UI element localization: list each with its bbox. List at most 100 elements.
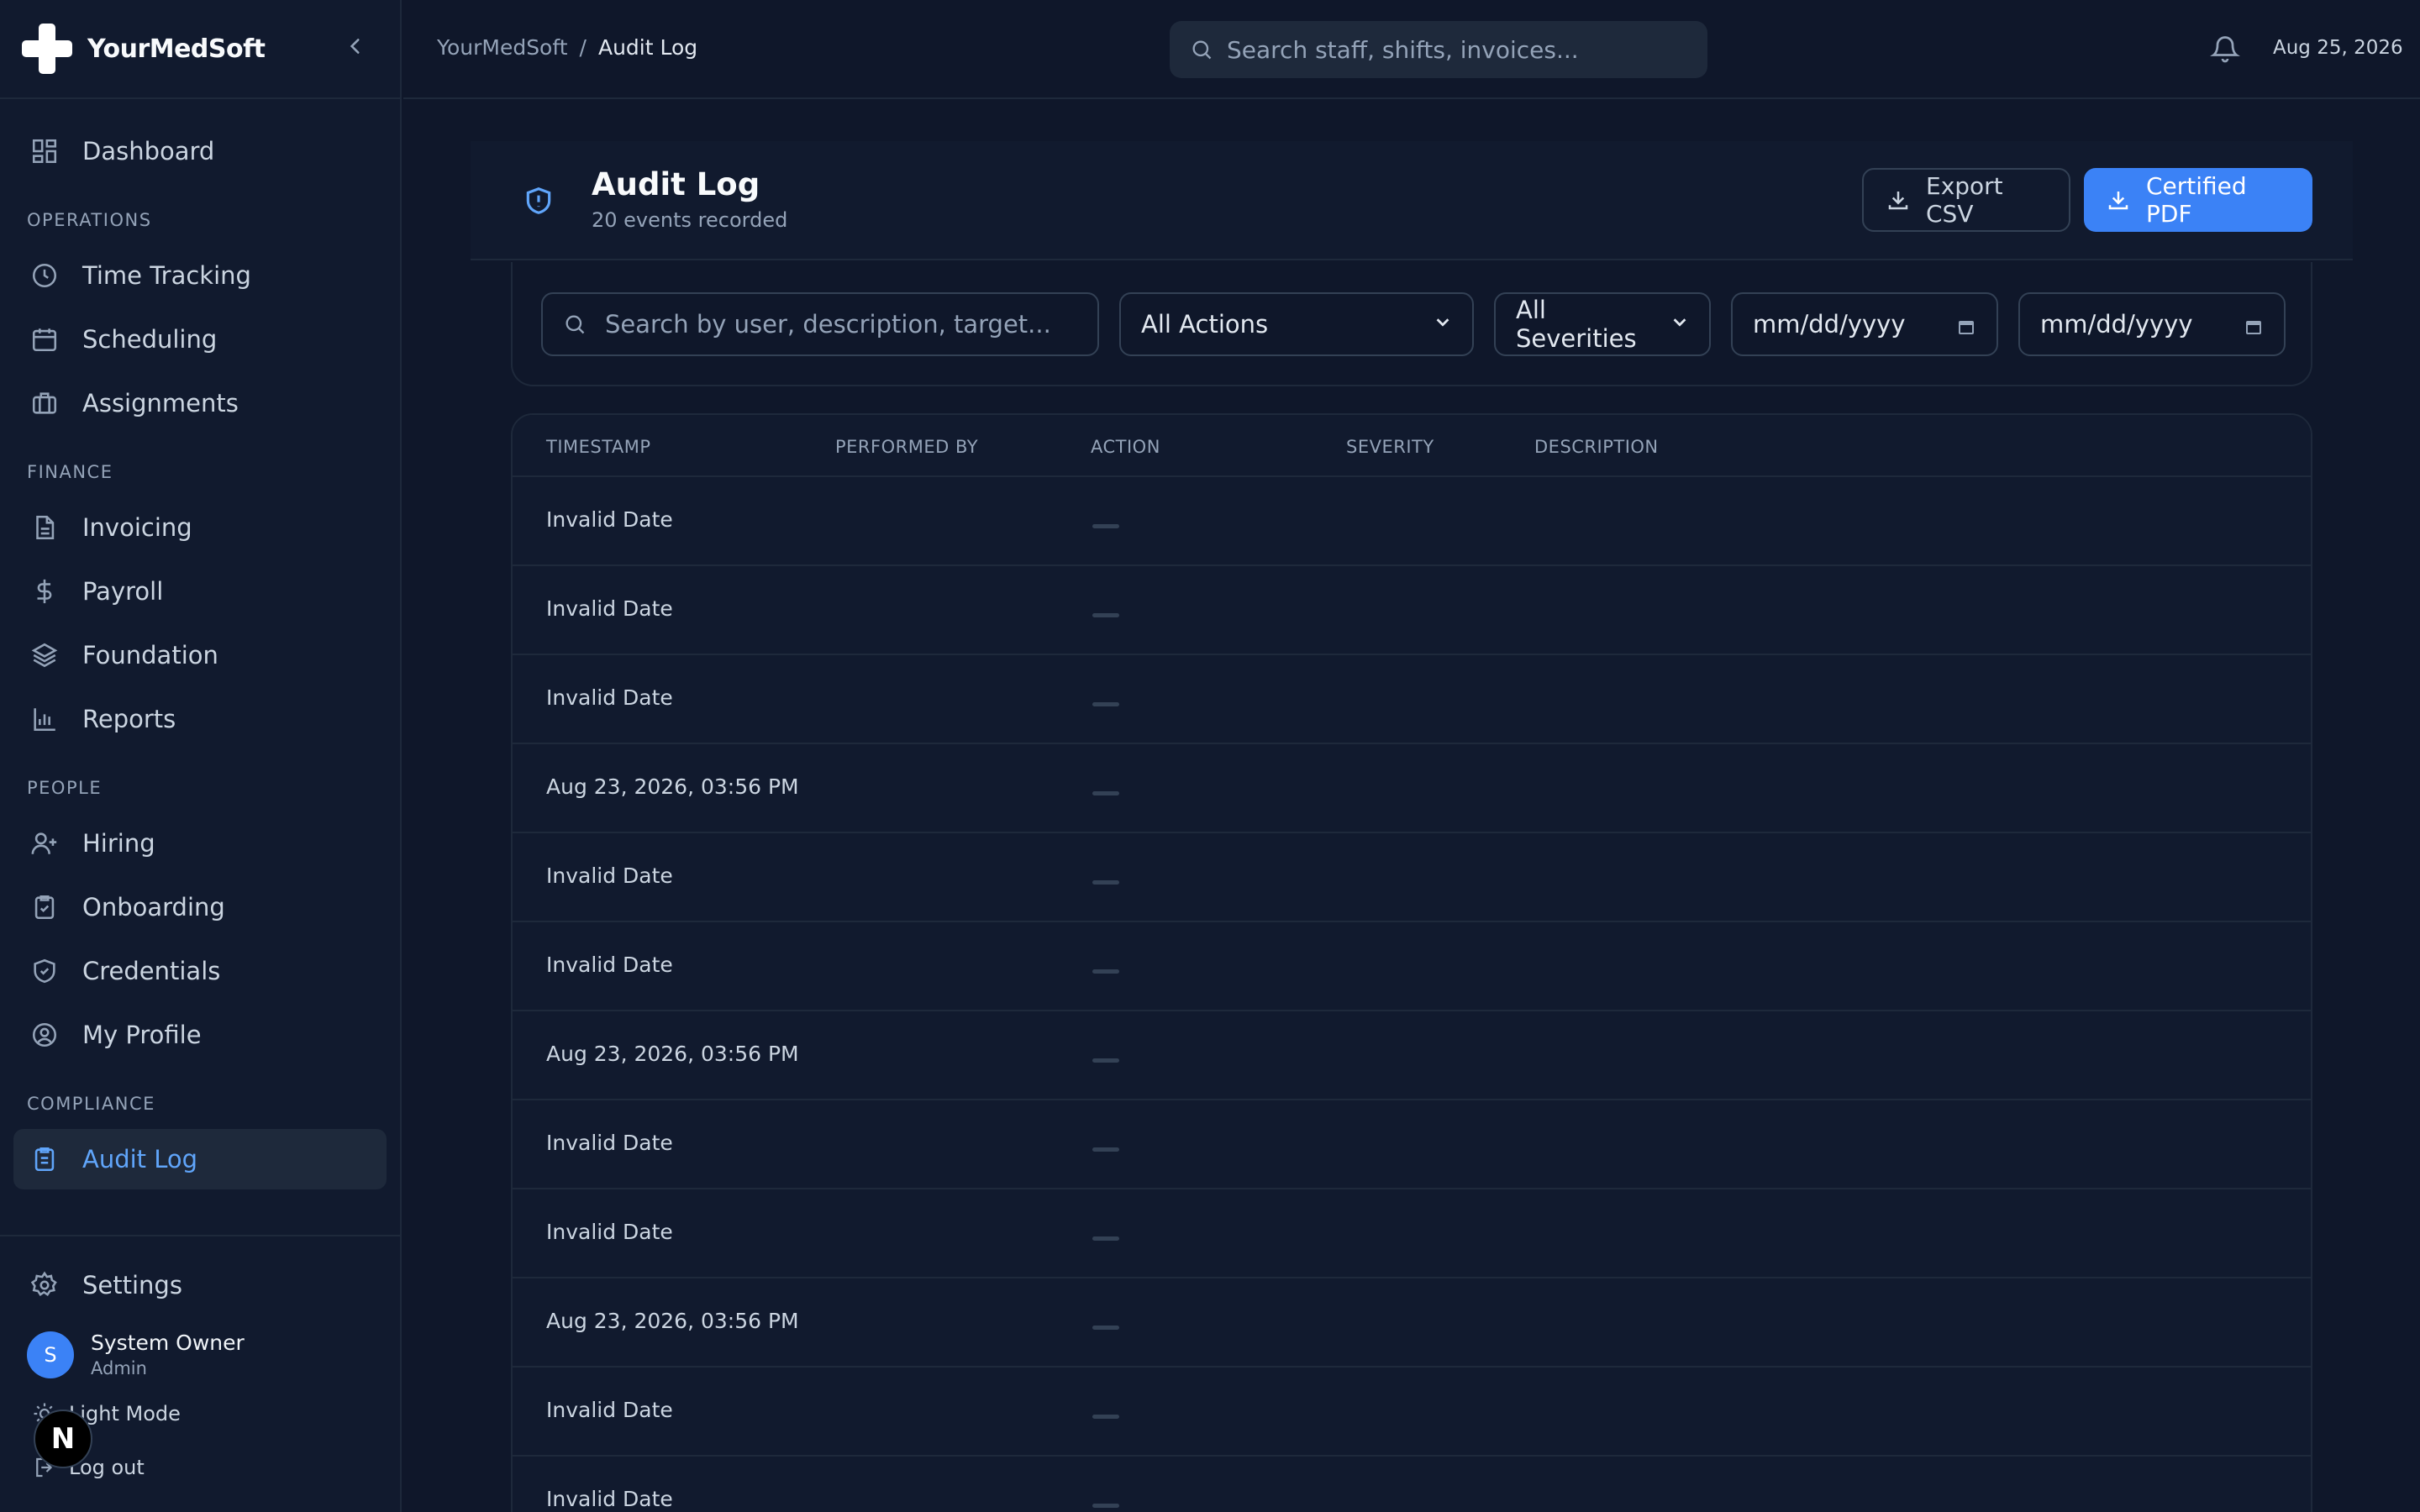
calendar-icon[interactable] [1956,314,1976,334]
filter-bar: Search by user, description, target... A… [511,262,2312,386]
app-root: YourMedSoft Dashboard OPERATIONS Time Tr… [0,0,2420,1512]
sidebar-item-label: Reports [82,705,176,733]
breadcrumb-separator: / [579,35,587,60]
user-circle-icon [30,1021,59,1049]
sidebar-item-scheduling[interactable]: Scheduling [13,309,387,370]
shield-alert-icon [523,185,555,217]
column-header-performed-by[interactable]: PERFORMED BY [835,437,978,457]
user-info: System Owner Admin [91,1331,245,1378]
audit-search-placeholder: Search by user, description, target... [605,310,1051,339]
search-icon [563,312,587,336]
briefcase-icon [30,389,59,417]
table-row[interactable]: Invalid Date [513,566,2311,655]
page-title: Audit Log [592,166,760,202]
certified-pdf-button[interactable]: Certified PDF [2084,168,2312,232]
sidebar-item-payroll[interactable]: Payroll [13,561,387,622]
severity-filter-select[interactable]: All Severities [1494,292,1711,356]
chevron-down-icon [1434,312,1452,336]
table-row[interactable]: Invalid Date [513,1368,2311,1457]
bar-chart-icon [30,705,59,733]
event-count: 20 events recorded [592,208,788,232]
column-header-description[interactable]: DESCRIPTION [1534,437,1659,457]
table-row[interactable]: Invalid Date [513,655,2311,744]
dev-tools-badge[interactable]: N [34,1410,92,1468]
page-header: Audit Log 20 events recorded Export CSV … [471,141,2353,260]
column-header-severity[interactable]: SEVERITY [1346,437,1434,457]
table-row[interactable]: Invalid Date [513,1457,2311,1512]
timestamp-cell: Invalid Date [546,1487,673,1511]
breadcrumb-root[interactable]: YourMedSoft [437,35,568,60]
column-header-timestamp[interactable]: TIMESTAMP [546,437,651,457]
table-row[interactable]: Aug 23, 2026, 03:56 PM [513,1278,2311,1368]
export-csv-button[interactable]: Export CSV [1862,168,2070,232]
severity-filter-value: All Severities [1516,296,1637,353]
table-row[interactable]: Invalid Date [513,833,2311,922]
date-from-placeholder: mm/dd/yyyy [1753,310,1906,339]
action-placeholder-dash [1092,524,1119,528]
current-date: Aug 25, 2026 [2273,37,2403,59]
section-title-people: PEOPLE [27,778,103,798]
action-placeholder-dash [1092,1326,1119,1330]
sidebar-item-foundation[interactable]: Foundation [13,625,387,685]
breadcrumb: YourMedSoft / Audit Log [437,35,697,60]
action-placeholder-dash [1092,1415,1119,1419]
sidebar-item-dashboard[interactable]: Dashboard [13,121,387,181]
sidebar-item-assignments[interactable]: Assignments [13,373,387,433]
action-placeholder-dash [1092,1147,1119,1152]
action-placeholder-dash [1092,1236,1119,1241]
table-row[interactable]: Invalid Date [513,1100,2311,1189]
timestamp-cell: Invalid Date [546,596,673,621]
sidebar-item-settings[interactable]: Settings [13,1255,387,1315]
sidebar-item-label: Scheduling [82,325,218,354]
shield-check-icon [30,957,59,985]
sidebar-item-time-tracking[interactable]: Time Tracking [13,245,387,306]
sidebar-item-reports[interactable]: Reports [13,689,387,749]
sidebar-item-label: Assignments [82,389,239,417]
calendar-icon[interactable] [2244,314,2264,334]
table-row[interactable]: Aug 23, 2026, 03:56 PM [513,744,2311,833]
bell-icon[interactable] [2210,34,2240,64]
table-row[interactable]: Invalid Date [513,922,2311,1011]
timestamp-cell: Invalid Date [546,1220,673,1244]
clock-icon [30,261,59,290]
sidebar-item-label: Settings [82,1271,182,1299]
sidebar-item-my-profile[interactable]: My Profile [13,1005,387,1065]
table-header: TIMESTAMP PERFORMED BY ACTION SEVERITY D… [513,415,2311,477]
sidebar-item-invoicing[interactable]: Invoicing [13,497,387,558]
table-body: Invalid Date Invalid Date Invalid Date Aug … [513,477,2311,1512]
timestamp-cell: Aug 23, 2026, 03:56 PM [546,1042,799,1066]
dollar-icon [30,577,59,606]
timestamp-cell: Invalid Date [546,1398,673,1422]
user-profile[interactable]: S System Owner Admin [13,1322,387,1387]
calendar-icon [30,325,59,354]
date-to-input[interactable]: mm/dd/yyyy [2018,292,2286,356]
table-row[interactable]: Invalid Date [513,1189,2311,1278]
global-search-input[interactable]: Search staff, shifts, invoices... [1170,21,1707,78]
timestamp-cell: Aug 23, 2026, 03:56 PM [546,774,799,799]
sidebar-item-label: Time Tracking [82,261,251,290]
column-header-action[interactable]: ACTION [1091,437,1160,457]
sidebar-item-audit-log[interactable]: Audit Log [13,1129,387,1189]
timestamp-cell: Invalid Date [546,953,673,977]
timestamp-cell: Invalid Date [546,507,673,532]
audit-search-input[interactable]: Search by user, description, target... [541,292,1099,356]
timestamp-cell: Invalid Date [546,685,673,710]
chevron-left-icon[interactable] [345,34,366,64]
sidebar-item-onboarding[interactable]: Onboarding [13,877,387,937]
sidebar-item-hiring[interactable]: Hiring [13,813,387,874]
action-placeholder-dash [1092,880,1119,885]
chevron-down-icon [1670,312,1689,336]
search-icon [1190,38,1213,61]
sidebar-item-credentials[interactable]: Credentials [13,941,387,1001]
table-row[interactable]: Invalid Date [513,477,2311,566]
action-filter-select[interactable]: All Actions [1119,292,1474,356]
table-row[interactable]: Aug 23, 2026, 03:56 PM [513,1011,2311,1100]
action-placeholder-dash [1092,702,1119,706]
date-from-input[interactable]: mm/dd/yyyy [1731,292,1998,356]
action-placeholder-dash [1092,791,1119,795]
action-placeholder-dash [1092,969,1119,974]
export-csv-label: Export CSV [1926,172,2003,228]
action-placeholder-dash [1092,1058,1119,1063]
action-placeholder-dash [1092,613,1119,617]
app-name: YourMedSoft [87,34,266,64]
